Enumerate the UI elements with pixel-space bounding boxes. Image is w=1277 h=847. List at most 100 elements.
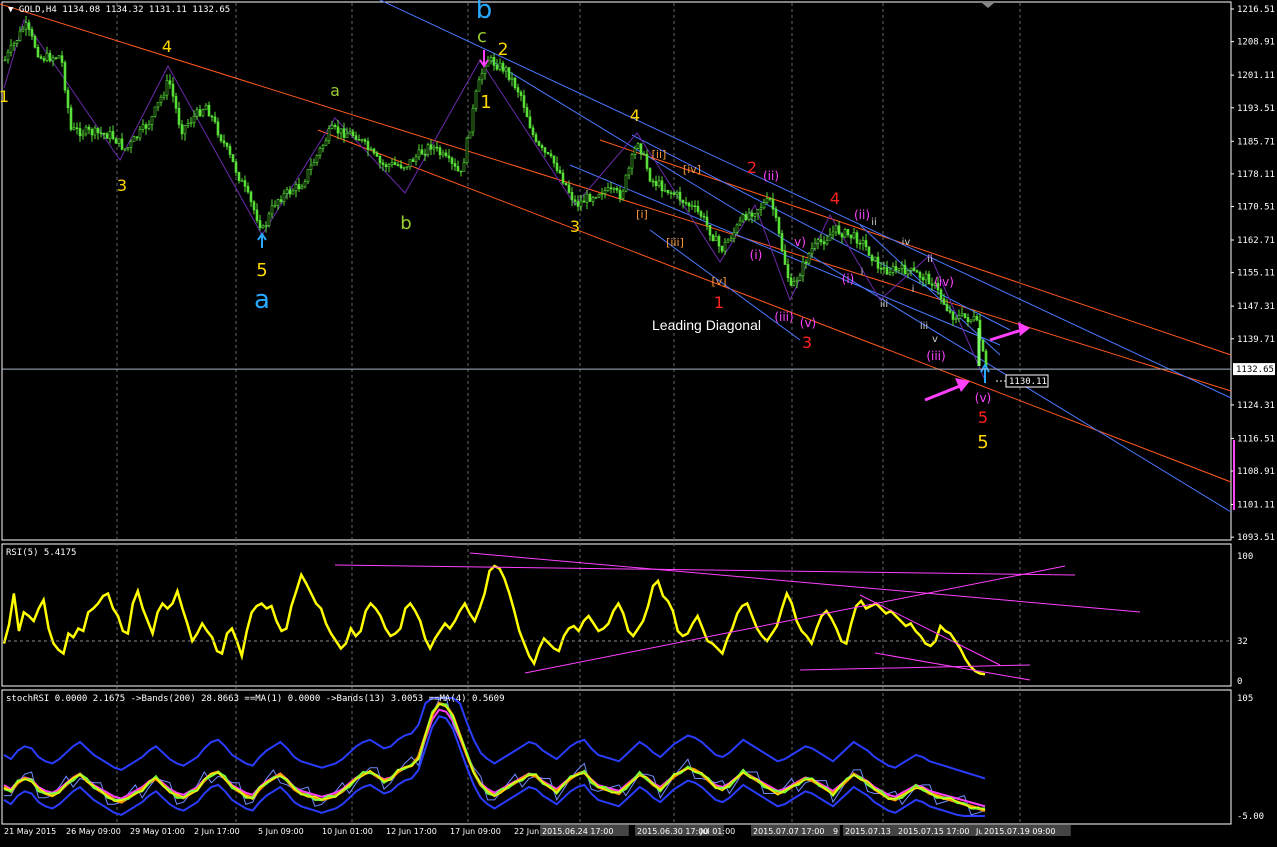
candle-body <box>66 89 70 109</box>
candle-body <box>729 238 733 241</box>
time-label: 2015.06.24 17:00 <box>542 827 613 836</box>
candle-body <box>675 191 679 195</box>
candle-body <box>582 200 586 203</box>
candle-body <box>597 193 601 198</box>
candle-body <box>234 161 238 173</box>
price-tick-label: 1216.51 <box>1237 5 1275 15</box>
candle-body <box>417 149 421 158</box>
time-label: 5 Jun 09:00 <box>258 827 304 836</box>
candle-body <box>570 192 574 201</box>
stoch-tick-label: -5.00 <box>1237 812 1264 822</box>
candle-body <box>687 202 691 207</box>
candle-body <box>105 133 109 139</box>
candle-body <box>99 132 103 135</box>
candle-body <box>819 239 823 243</box>
candle-body <box>468 131 472 139</box>
candle-body <box>969 319 973 322</box>
wave-label: 5 <box>977 432 988 453</box>
candle-body <box>852 232 856 239</box>
candle-body <box>636 143 640 149</box>
candle-body <box>492 56 496 66</box>
candle-body <box>747 212 751 220</box>
time-label: 17 Jun 09:00 <box>450 827 501 836</box>
candle-body <box>900 264 904 269</box>
wave-label: 2 <box>747 158 757 177</box>
candle-body <box>75 127 79 130</box>
stochrsi-panel[interactable] <box>1 689 1232 825</box>
trading-chart[interactable]: 1130.11 bc12435aab143[ii][iv][i][iii][v]… <box>0 0 1277 847</box>
candle-body <box>462 162 466 172</box>
candle-body <box>168 80 172 85</box>
candle-body <box>369 148 373 151</box>
candle-body <box>873 256 877 262</box>
candle-body <box>291 190 295 195</box>
wave-label: a <box>330 81 340 100</box>
candle-body <box>144 124 148 129</box>
candle-body <box>663 189 667 192</box>
candle-body <box>894 266 898 271</box>
candle-body <box>516 87 520 93</box>
time-label: 2015.07.15 17:00 <box>898 827 969 836</box>
candle-body <box>954 318 958 320</box>
candle-body <box>846 229 850 236</box>
candle-body <box>177 108 181 125</box>
candle-body <box>39 56 43 59</box>
candle-body <box>387 164 391 168</box>
candle-body <box>357 139 361 141</box>
candle-body <box>918 272 922 278</box>
candle-body <box>270 205 274 215</box>
wave-label: (v) <box>800 316 816 330</box>
candle-body <box>912 267 916 271</box>
candle-body <box>423 153 427 156</box>
candle-body <box>876 256 880 269</box>
candle-body <box>534 134 538 142</box>
wave-label: i <box>912 284 915 295</box>
candle-body <box>756 209 760 215</box>
candle-body <box>333 124 337 127</box>
candle-body <box>963 313 967 318</box>
candle-body <box>207 104 211 117</box>
candle-body <box>525 107 529 118</box>
candle-body <box>213 116 217 123</box>
symbol-header: ▼ GOLD,H4 1134.08 1134.32 1131.11 1132.6… <box>8 5 230 15</box>
candle-body <box>381 162 385 165</box>
candle-body <box>402 166 406 169</box>
candle-body <box>714 236 718 242</box>
wave-label: b <box>400 213 411 234</box>
candle-body <box>735 224 739 233</box>
candle-body <box>465 137 469 163</box>
wave-label: (i) <box>750 248 763 262</box>
candle-body <box>807 253 811 264</box>
candle-body <box>759 207 763 210</box>
candle-body <box>267 213 271 226</box>
price-tick-label: 1162.71 <box>1237 236 1275 246</box>
wave-label: 5 <box>256 260 267 281</box>
candle-body <box>630 154 634 169</box>
candle-body <box>624 174 628 192</box>
wave-label: [iii] <box>666 236 684 249</box>
stochrsi-header: stochRSI 0.0000 2.1675 ->Bands(200) 28.8… <box>6 694 505 704</box>
candle-body <box>780 233 784 252</box>
candle-body <box>138 128 142 139</box>
candle-body <box>813 242 817 249</box>
candle-body <box>108 131 112 139</box>
candle-body <box>117 138 121 144</box>
rsi-panel[interactable] <box>1 543 1232 687</box>
candle-body <box>183 125 187 135</box>
main-price-panel[interactable] <box>1 1 1232 541</box>
wave-label: iii <box>880 299 888 310</box>
candle-body <box>153 106 157 117</box>
wave-label: 4 <box>830 189 840 208</box>
candle-body <box>414 156 418 162</box>
candle-body <box>237 172 241 181</box>
candle-body <box>150 116 154 125</box>
wave-label: 3 <box>802 333 812 352</box>
candle-body <box>678 191 682 201</box>
candle-body <box>60 55 64 63</box>
candle-body <box>339 128 343 134</box>
candle-body <box>600 193 604 196</box>
candle-body <box>147 124 151 129</box>
wave-label: (v) <box>975 391 991 405</box>
candle-body <box>309 164 313 170</box>
candle-body <box>792 281 796 286</box>
